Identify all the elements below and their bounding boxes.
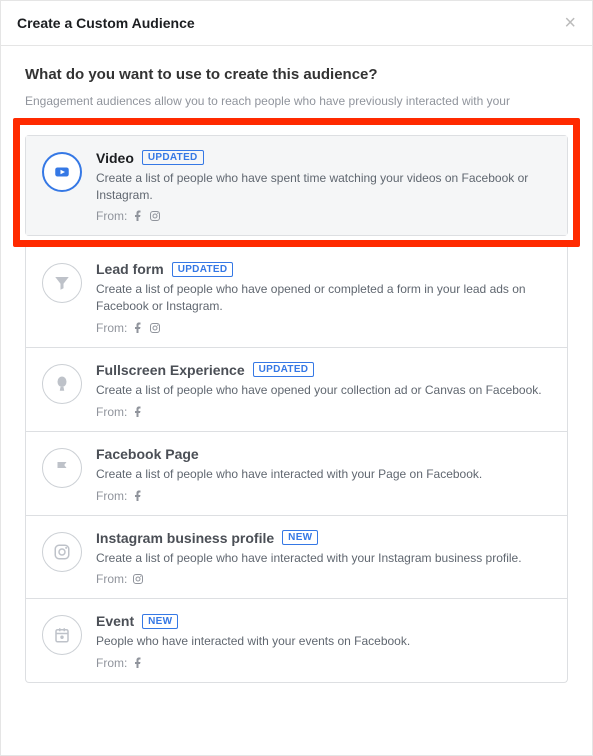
modal-header: Create a Custom Audience × [1,1,592,46]
option-title: Lead form [96,261,164,277]
from-label: From: [96,405,127,419]
facebook-icon [132,490,144,502]
facebook-icon [132,406,144,418]
option-igprofile[interactable]: Instagram business profile NEW Create a … [26,516,567,600]
from-row: From: [96,405,551,419]
video-icon [42,152,82,192]
option-desc: Create a list of people who have opened … [96,281,551,315]
audience-question: What do you want to use to create this a… [25,66,568,83]
instagram-icon [42,532,82,572]
from-row: From: [96,209,551,223]
badge-updated: UPDATED [253,362,315,377]
badge-new: NEW [282,530,318,545]
option-video[interactable]: Video UPDATED Create a list of people wh… [26,136,567,236]
option-page[interactable]: Facebook Page Create a list of people wh… [26,432,567,516]
from-label: From: [96,489,127,503]
option-title: Instagram business profile [96,530,274,546]
badge-updated: UPDATED [172,262,234,277]
modal-title: Create a Custom Audience [17,15,195,31]
from-label: From: [96,321,127,335]
audience-subtext: Engagement audiences allow you to reach … [25,93,568,110]
facebook-icon [132,322,144,334]
funnel-icon [42,263,82,303]
option-leadform[interactable]: Lead form UPDATED Create a list of peopl… [26,247,567,348]
instagram-icon [149,322,161,334]
flag-icon [42,448,82,488]
option-desc: People who have interacted with your eve… [96,633,551,650]
option-title: Facebook Page [96,446,199,462]
calendar-icon [42,615,82,655]
from-row: From: [96,572,551,586]
create-audience-modal: Create a Custom Audience × What do you w… [0,0,593,756]
from-row: From: [96,656,551,670]
from-label: From: [96,572,127,586]
facebook-icon [132,657,144,669]
badge-new: NEW [142,614,178,629]
modal-body: What do you want to use to create this a… [1,46,592,703]
from-row: From: [96,321,551,335]
option-title: Fullscreen Experience [96,362,245,378]
option-event[interactable]: Event NEW People who have interacted wit… [26,599,567,682]
instagram-icon [132,573,144,585]
option-desc: Create a list of people who have spent t… [96,170,551,204]
option-list-first: Video UPDATED Create a list of people wh… [25,135,568,237]
from-row: From: [96,489,551,503]
highlight-box: Video UPDATED Create a list of people wh… [13,118,580,248]
option-title: Event [96,613,134,629]
instagram-icon [149,210,161,222]
option-desc: Create a list of people who have interac… [96,466,551,483]
from-label: From: [96,656,127,670]
option-desc: Create a list of people who have opened … [96,382,551,399]
facebook-icon [132,210,144,222]
option-title: Video [96,150,134,166]
option-fullscreen[interactable]: Fullscreen Experience UPDATED Create a l… [26,348,567,432]
badge-updated: UPDATED [142,150,204,165]
option-desc: Create a list of people who have interac… [96,550,551,567]
option-list-rest: Lead form UPDATED Create a list of peopl… [25,247,568,683]
close-icon[interactable]: × [564,13,576,33]
balloon-icon [42,364,82,404]
from-label: From: [96,209,127,223]
